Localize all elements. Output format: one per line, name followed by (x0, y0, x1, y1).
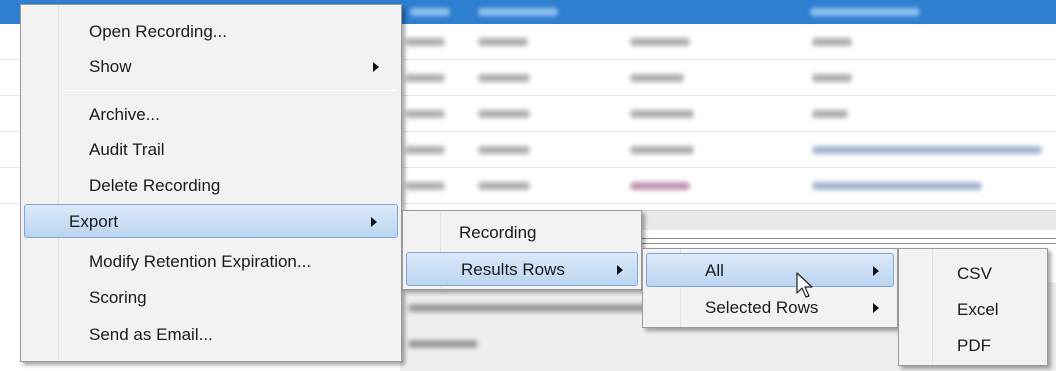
menu-item-label: All (705, 261, 724, 280)
menu-item-label: Send as Email... (89, 325, 213, 344)
submenu-arrow-icon (873, 266, 879, 276)
menu-item-export[interactable]: Export (24, 204, 398, 238)
export-submenu: Recording Results Rows (402, 210, 642, 290)
submenu-arrow-icon (873, 303, 879, 313)
menu-item-label: Open Recording... (89, 22, 227, 41)
menu-item-audit-trail[interactable]: Audit Trail (21, 133, 401, 167)
menu-item-delete-recording[interactable]: Delete Recording (21, 169, 401, 203)
menu-item-label: Excel (957, 300, 999, 319)
menu-item-recording[interactable]: Recording (403, 216, 641, 250)
menu-item-label: Delete Recording (89, 176, 221, 195)
menu-item-label: Archive... (89, 105, 160, 124)
menu-item-send-as-email[interactable]: Send as Email... (21, 318, 401, 352)
results-rows-submenu: All Selected Rows (642, 248, 898, 328)
mouse-pointer-icon (796, 272, 813, 298)
menu-item-all[interactable]: All (646, 253, 894, 287)
all-submenu: CSV Excel PDF (898, 248, 1048, 366)
menu-item-label: Results Rows (461, 260, 565, 279)
menu-item-selected-rows[interactable]: Selected Rows (643, 291, 897, 325)
menu-item-modify-retention-expiration[interactable]: Modify Retention Expiration... (21, 245, 401, 279)
menu-item-label: Scoring (89, 288, 147, 307)
menu-item-csv[interactable]: CSV (899, 257, 1047, 291)
menu-item-label: Modify Retention Expiration... (89, 252, 312, 271)
menu-item-label: Selected Rows (705, 298, 819, 317)
menu-item-show[interactable]: Show (21, 50, 401, 84)
menu-item-label: PDF (957, 336, 991, 355)
menu-separator (63, 90, 397, 91)
menu-item-open-recording[interactable]: Open Recording... (21, 15, 401, 49)
submenu-arrow-icon (373, 62, 379, 72)
menu-item-pdf[interactable]: PDF (899, 329, 1047, 363)
menu-item-label: Export (69, 212, 119, 231)
menu-item-archive[interactable]: Archive... (21, 98, 401, 132)
menu-item-label: Show (89, 57, 132, 76)
menu-item-label: Audit Trail (89, 140, 165, 159)
menu-item-label: Recording (459, 223, 537, 242)
context-menu: Open Recording... Show Archive... Audit … (20, 4, 402, 362)
menu-item-scoring[interactable]: Scoring (21, 281, 401, 315)
submenu-arrow-icon (617, 265, 623, 275)
submenu-arrow-icon (371, 217, 377, 227)
menu-item-label: CSV (957, 264, 992, 283)
menu-item-excel[interactable]: Excel (899, 293, 1047, 327)
menu-item-results-rows[interactable]: Results Rows (406, 252, 638, 286)
